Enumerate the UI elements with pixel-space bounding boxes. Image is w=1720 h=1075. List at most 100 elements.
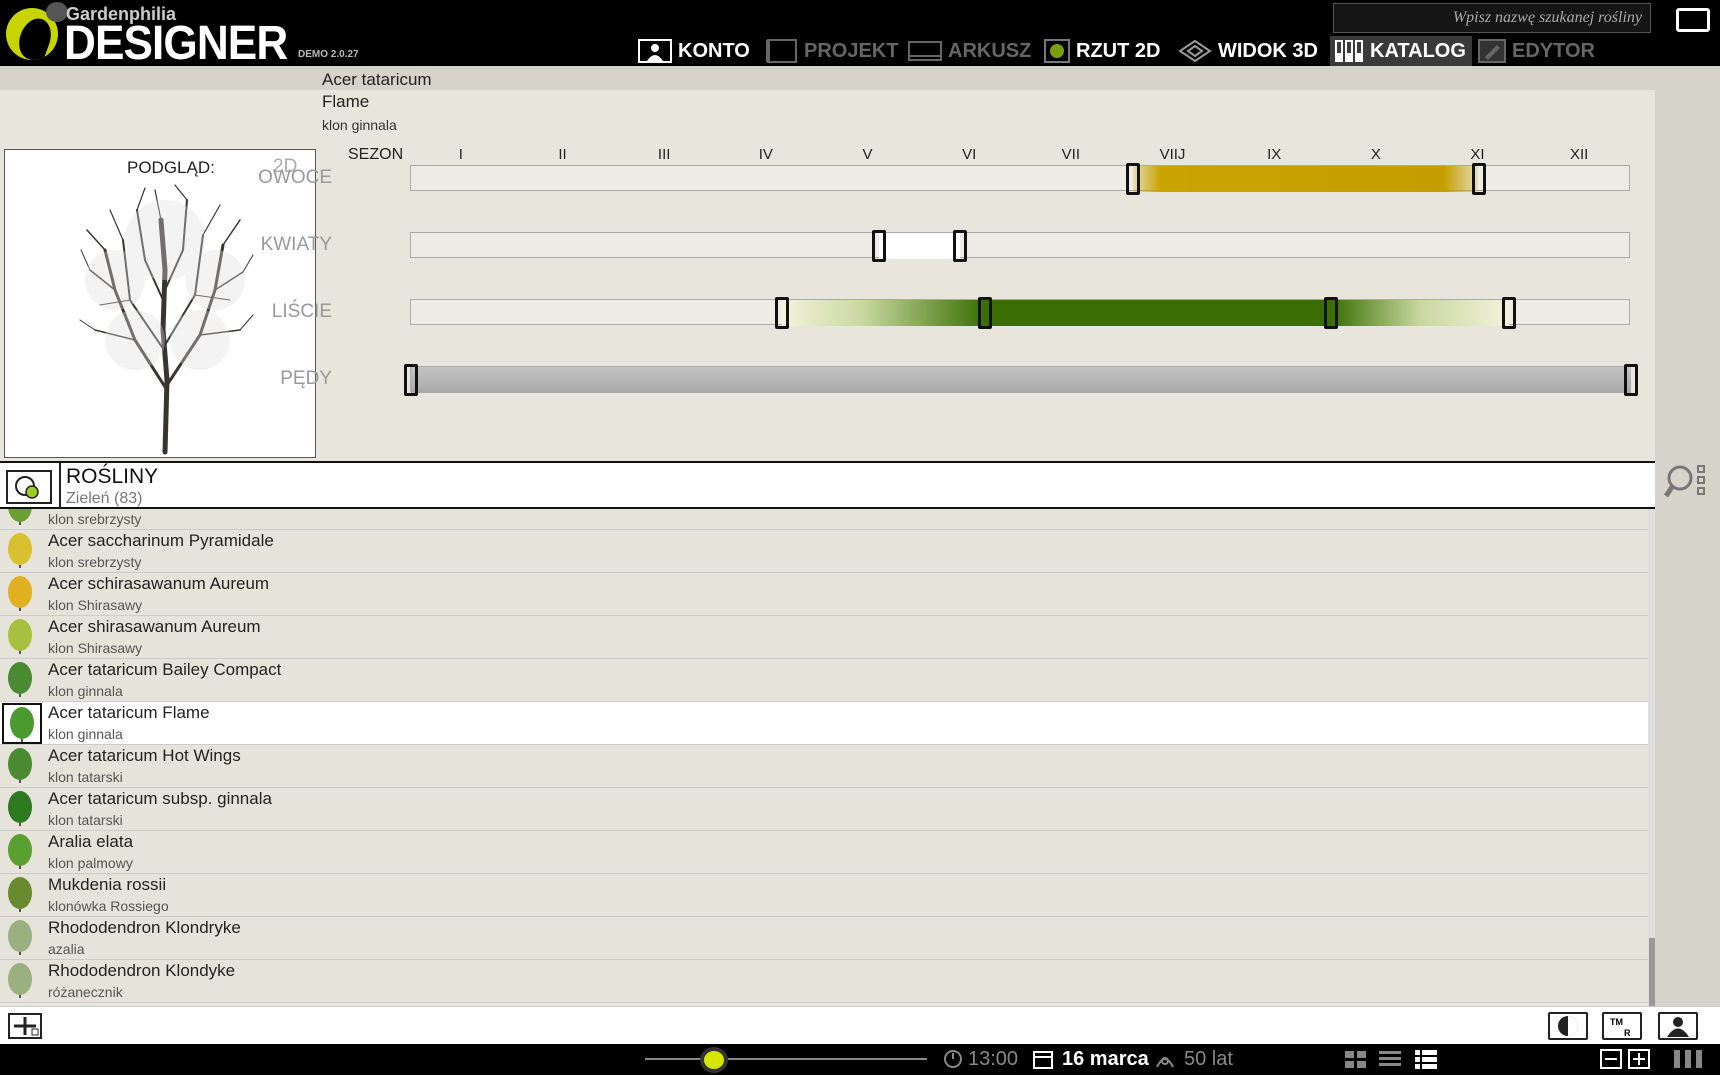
- zoom-out-icon[interactable]: [1600, 1049, 1622, 1069]
- plant-item-common-name: klon ginnala: [48, 683, 123, 699]
- plan-2d-icon: [1044, 39, 1070, 63]
- month-label: V: [862, 146, 873, 163]
- season-track-owoce[interactable]: [410, 163, 1630, 195]
- plant-common-name: klon ginnala: [322, 117, 397, 133]
- nav-widok-3d[interactable]: WIDOK 3D: [1178, 36, 1318, 66]
- brand-product: DESIGNER: [64, 17, 288, 70]
- plant-list-item[interactable]: Mukdenia rossii klonówka Rossiego: [0, 874, 1648, 917]
- status-age[interactable]: 50 lat: [1184, 1048, 1233, 1071]
- plant-list-item[interactable]: Acer shirasawanum Aureum klon Shirasawy: [0, 616, 1648, 659]
- plant-thumbnail-icon: [2, 660, 42, 701]
- plant-item-name: Mukdenia rossii: [48, 875, 167, 894]
- season-track-liście[interactable]: [410, 297, 1630, 329]
- season-range-handle[interactable]: [1471, 163, 1486, 195]
- season-label: SEZON: [348, 146, 404, 163]
- nav-arkusz[interactable]: ARKUSZ: [908, 36, 1031, 66]
- time-slider-knob[interactable]: [700, 1047, 728, 1073]
- season-row-label: OWOCE: [258, 167, 332, 188]
- plant-list-item[interactable]: Acer saccharinum Pyramidale klon srebrzys…: [0, 530, 1648, 573]
- plant-thumbnail-icon: [2, 746, 42, 787]
- zoom-in-icon[interactable]: [1628, 1049, 1650, 1069]
- season-range-handle[interactable]: [1324, 297, 1339, 329]
- bottom-toolbar: TM R: [0, 1006, 1720, 1044]
- list-scrollbar[interactable]: [1648, 509, 1655, 1006]
- plant-search-input[interactable]: Wpisz nazwę szukanej rośliny: [1333, 3, 1651, 33]
- plant-list-item[interactable]: Rhododendron Klondryke azalia: [0, 917, 1648, 960]
- tree-preview-image: [75, 180, 255, 455]
- plant-thumbnail-icon: [2, 789, 42, 830]
- plant-list-item[interactable]: Acer tataricum Hot Wings klon tatarski: [0, 745, 1648, 788]
- season-range-handle[interactable]: [1624, 364, 1638, 396]
- list-scrollbar-thumb[interactable]: [1649, 938, 1655, 1006]
- month-label: IX: [1267, 146, 1282, 163]
- season-track-kwiaty[interactable]: [410, 230, 1630, 262]
- plant-list-item[interactable]: Rhododendron Klondyke różanecznik: [0, 960, 1648, 1003]
- plant-item-common-name: azalia: [48, 941, 85, 957]
- season-range: [878, 233, 960, 259]
- user-profile-icon[interactable]: [1658, 1012, 1698, 1040]
- plant-item-common-name: różanecznik: [48, 984, 123, 1000]
- catalog-icon: [1334, 39, 1364, 63]
- grid-view-icon[interactable]: [1344, 1049, 1366, 1069]
- plant-item-name: Rhododendron Klondryke: [48, 918, 241, 937]
- list-subtitle: Zieleń (83): [66, 490, 143, 507]
- plant-list-header: ROŚLINY Zieleń (83): [0, 461, 1655, 509]
- nav-katalog[interactable]: KATALOG: [1330, 36, 1472, 66]
- plant-item-name: Aralia elata: [48, 832, 134, 851]
- season-range-handle[interactable]: [953, 230, 967, 262]
- plant-list-item[interactable]: Acer tataricum Bailey Compact klon ginnal…: [0, 659, 1648, 702]
- plant-item-name: Acer saccharinum Pyramidale: [48, 531, 274, 550]
- plant-item-name: Acer schirasawanum Aureum: [48, 574, 270, 593]
- nav-projekt[interactable]: PROJEKT: [764, 36, 898, 66]
- season-range-handle[interactable]: [404, 364, 418, 396]
- plant-thumbnail-icon: [2, 875, 42, 916]
- nav-konto-label: KONTO: [678, 39, 750, 62]
- plant-list-item[interactable]: Acer schirasawanum Aureum klon Shirasawy: [0, 573, 1648, 616]
- season-range-handle[interactable]: [978, 297, 993, 329]
- plant-item-common-name: klon tatarski: [48, 769, 123, 785]
- add-plant-button[interactable]: [8, 1013, 42, 1039]
- plants-category-icon[interactable]: [6, 470, 52, 504]
- sheet-icon: [908, 39, 942, 63]
- time-slider-track[interactable]: [645, 1058, 927, 1060]
- plant-list-item[interactable]: Acer tataricum subsp. ginnala klon tatars…: [0, 788, 1648, 831]
- season-track-pędy[interactable]: [404, 364, 1638, 396]
- plant-preview-panel: PODGLĄD: 2D: [4, 149, 316, 458]
- plant-item-common-name: klon srebrzysty: [48, 511, 142, 527]
- season-range-handle[interactable]: [1502, 297, 1516, 329]
- plant-list-item[interactable]: klon srebrzysty: [0, 509, 1648, 530]
- fullscreen-icon[interactable]: [1676, 8, 1710, 32]
- plant-list-item[interactable]: Acer tataricum Flame klon ginnala: [0, 702, 1648, 745]
- nav-projekt-label: PROJEKT: [804, 39, 899, 62]
- catalog-search-icon[interactable]: [1663, 462, 1712, 506]
- season-timeline: SEZON I II III IV V VI VII VIIJ IX X XI XII OWOCE KW…: [258, 146, 1655, 461]
- season-range-handle[interactable]: [1125, 163, 1140, 195]
- nav-arkusz-label: ARKUSZ: [948, 39, 1032, 62]
- plant-list-item[interactable]: Aralia elata klon palmowy: [0, 831, 1648, 874]
- detail-view-icon[interactable]: [1414, 1049, 1437, 1069]
- month-label: XI: [1470, 146, 1485, 163]
- list-view-icon[interactable]: [1378, 1049, 1401, 1069]
- plant-age-icon: [1154, 1049, 1176, 1069]
- plant-header-stripe: [0, 66, 1655, 90]
- trademark-icon[interactable]: TM R: [1602, 1012, 1642, 1040]
- plant-item-name: Acer shirasawanum Aureum: [48, 617, 261, 636]
- month-label: I: [458, 146, 463, 163]
- nav-rzut-2d[interactable]: RZUT 2D: [1044, 36, 1160, 66]
- nav-konto[interactable]: KONTO: [638, 36, 750, 66]
- plant-thumbnail-icon: [2, 509, 42, 529]
- status-time[interactable]: 13:00: [968, 1048, 1018, 1071]
- list-header-divider: [59, 463, 61, 509]
- plant-item-common-name: klon srebrzysty: [48, 554, 142, 570]
- season-range-handle[interactable]: [775, 297, 790, 329]
- status-date[interactable]: 16 marca: [1062, 1048, 1149, 1071]
- plant-color-icon[interactable]: [1548, 1012, 1588, 1040]
- nav-edytor[interactable]: EDYTOR: [1478, 36, 1595, 66]
- season-range-handle[interactable]: [871, 230, 886, 262]
- right-side-strip: [1655, 66, 1720, 1006]
- svg-text:R: R: [1624, 1028, 1631, 1038]
- catalog-shortcut-icon[interactable]: [1672, 1049, 1704, 1069]
- month-label: XII: [1569, 146, 1589, 163]
- plant-latin-name: Acer tataricum: [322, 70, 432, 89]
- clock-icon: [942, 1049, 964, 1069]
